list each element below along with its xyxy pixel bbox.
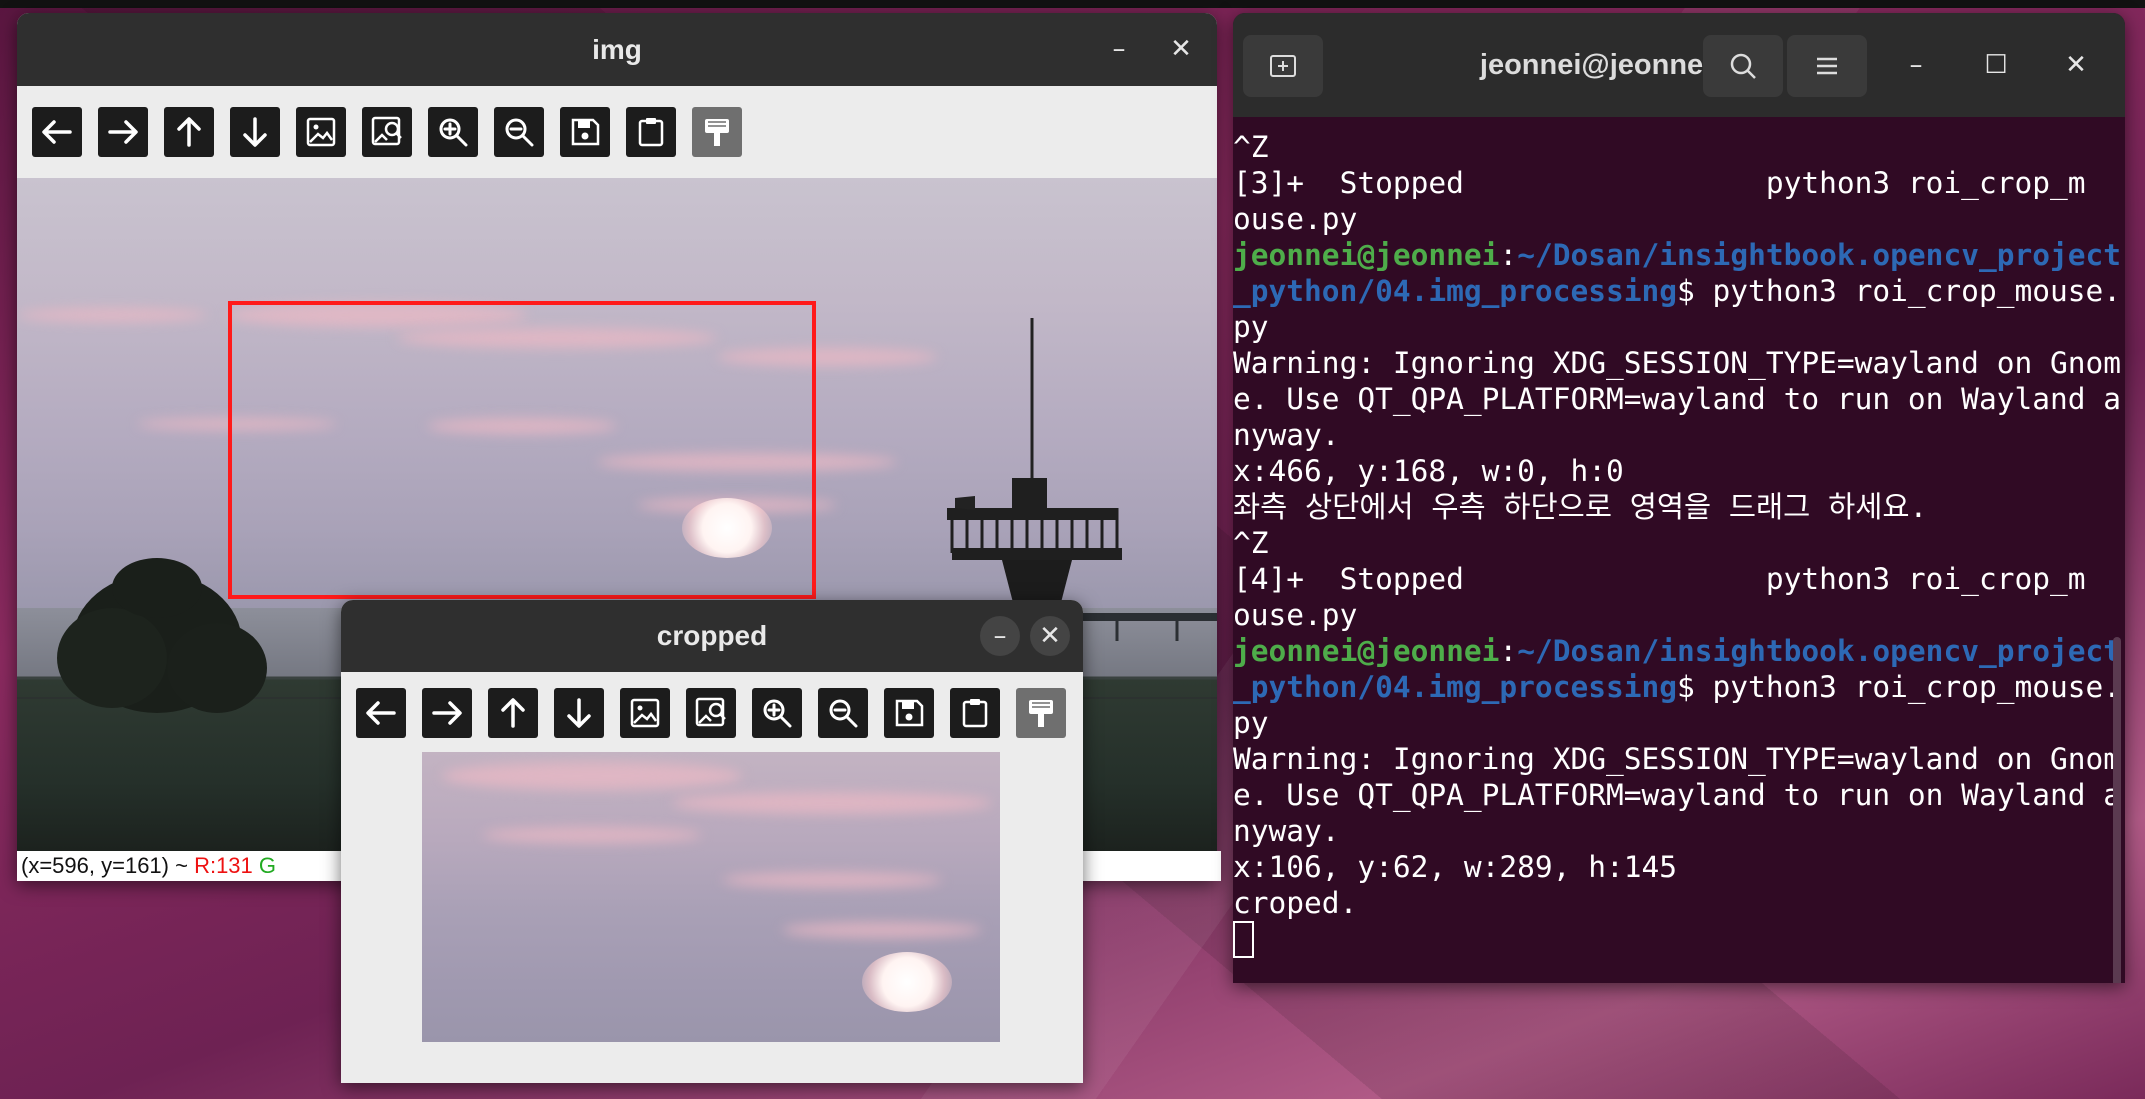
arrow-up-icon[interactable]	[164, 107, 214, 157]
arrow-down-icon[interactable]	[230, 107, 280, 157]
save-icon[interactable]	[560, 107, 610, 157]
close-button[interactable]: ✕	[1161, 29, 1201, 69]
terminal-window: jeonnei@jeonnei: ~/... – ☐ ✕ ^Z [3]+ Sto…	[1233, 13, 2125, 983]
image-icon[interactable]	[620, 688, 670, 738]
terminal-scrollbar[interactable]	[2113, 637, 2121, 983]
cropped-image[interactable]	[422, 752, 1000, 1042]
arrow-left-icon[interactable]	[356, 688, 406, 738]
clipboard-icon[interactable]	[626, 107, 676, 157]
paint-icon[interactable]	[1016, 688, 1066, 738]
img-window-titlebar[interactable]: img – ✕	[17, 13, 1217, 86]
img-window-title: img	[592, 34, 642, 65]
arrow-left-icon[interactable]	[32, 107, 82, 157]
roi-rectangle	[228, 301, 816, 599]
zoom-in-icon[interactable]	[752, 688, 802, 738]
arrow-down-icon[interactable]	[554, 688, 604, 738]
save-icon[interactable]	[884, 688, 934, 738]
hamburger-icon	[1817, 57, 1837, 75]
search-icon	[1730, 53, 1756, 79]
close-button[interactable]: ✕	[1030, 616, 1070, 656]
img-toolbar	[17, 86, 1217, 178]
close-button[interactable]: ✕	[2056, 45, 2096, 85]
cropped-window-titlebar[interactable]: cropped – ✕	[341, 600, 1083, 672]
paint-icon[interactable]	[692, 107, 742, 157]
arrow-right-icon[interactable]	[98, 107, 148, 157]
image-icon[interactable]	[296, 107, 346, 157]
terminal-output: ^Z [3]+ Stopped python3 roi_crop_m ouse.…	[1233, 129, 2121, 958]
minimize-button[interactable]: –	[1099, 29, 1139, 69]
cropped-window: cropped – ✕	[341, 600, 1083, 1083]
zoom-in-icon[interactable]	[428, 107, 478, 157]
maximize-button[interactable]: ☐	[1976, 45, 2016, 85]
menu-button[interactable]	[1787, 35, 1867, 97]
image-zoom-icon[interactable]	[686, 688, 736, 738]
status-coords: (x=596, y=161) ~	[21, 853, 195, 878]
cropped-toolbar	[341, 672, 1083, 750]
status-g-value: G	[258, 853, 277, 878]
minimize-button[interactable]: –	[1896, 45, 1936, 85]
search-button[interactable]	[1703, 35, 1783, 97]
image-zoom-icon[interactable]	[362, 107, 412, 157]
zoom-out-icon[interactable]	[818, 688, 868, 738]
terminal-titlebar[interactable]: jeonnei@jeonnei: ~/... – ☐ ✕	[1233, 13, 2125, 117]
cropped-window-title: cropped	[656, 620, 768, 651]
terminal-body[interactable]: ^Z [3]+ Stopped python3 roi_crop_m ouse.…	[1233, 117, 2125, 983]
arrow-up-icon[interactable]	[488, 688, 538, 738]
top-bar	[0, 0, 2145, 8]
clipboard-icon[interactable]	[950, 688, 1000, 738]
minimize-button[interactable]: –	[980, 616, 1020, 656]
zoom-out-icon[interactable]	[494, 107, 544, 157]
prompt-user: jeonnei@jeonnei	[1233, 238, 1500, 272]
status-r-value: R:131	[194, 853, 253, 878]
prompt-user: jeonnei@jeonnei	[1233, 634, 1500, 668]
terminal-cursor	[1233, 921, 1254, 958]
sun	[862, 952, 952, 1012]
arrow-right-icon[interactable]	[422, 688, 472, 738]
